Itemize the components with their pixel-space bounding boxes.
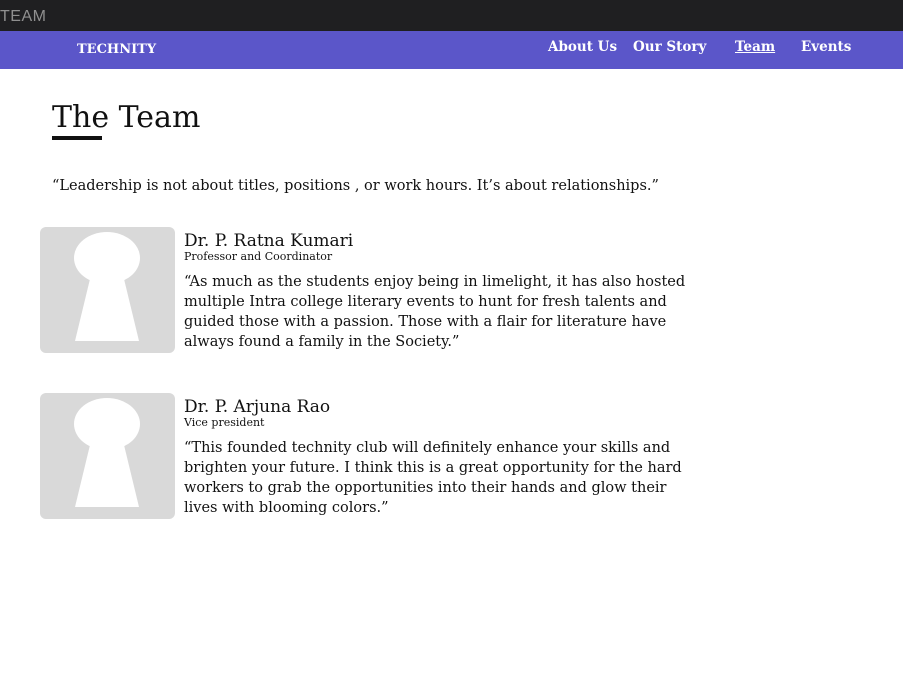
leadership-quote: “Leadership is not about titles, positio… — [52, 178, 659, 194]
team-member-card: Dr. P. Ratna Kumari Professor and Coordi… — [40, 227, 720, 353]
person-placeholder-icon — [74, 232, 140, 341]
page-title: The Team — [52, 100, 201, 135]
title-underline — [52, 136, 102, 140]
member-name: Dr. P. Arjuna Rao — [184, 397, 331, 417]
navbar: TECHNITY About Us Our Story Team Events — [0, 31, 903, 69]
nav-link-events[interactable]: Events — [801, 39, 851, 55]
person-placeholder-icon — [74, 398, 140, 507]
member-role: Professor and Coordinator — [184, 250, 333, 263]
nav-link-about-us[interactable]: About Us — [548, 39, 617, 55]
member-name: Dr. P. Ratna Kumari — [184, 231, 354, 251]
brand-logo[interactable]: TECHNITY — [77, 42, 156, 58]
avatar — [40, 393, 175, 519]
member-testimonial: “This founded technity club will definit… — [184, 440, 682, 516]
nav-link-team[interactable]: Team — [735, 39, 775, 55]
member-role: Vice president — [184, 416, 265, 429]
team-member-card: Dr. P. Arjuna Rao Vice president “This f… — [40, 393, 720, 519]
tab-title[interactable]: TEAM — [0, 8, 46, 26]
nav-link-our-story[interactable]: Our Story — [633, 39, 706, 55]
avatar — [40, 227, 175, 353]
member-testimonial: “As much as the students enjoy being in … — [184, 274, 686, 350]
browser-tab-bar: TEAM — [0, 0, 903, 31]
